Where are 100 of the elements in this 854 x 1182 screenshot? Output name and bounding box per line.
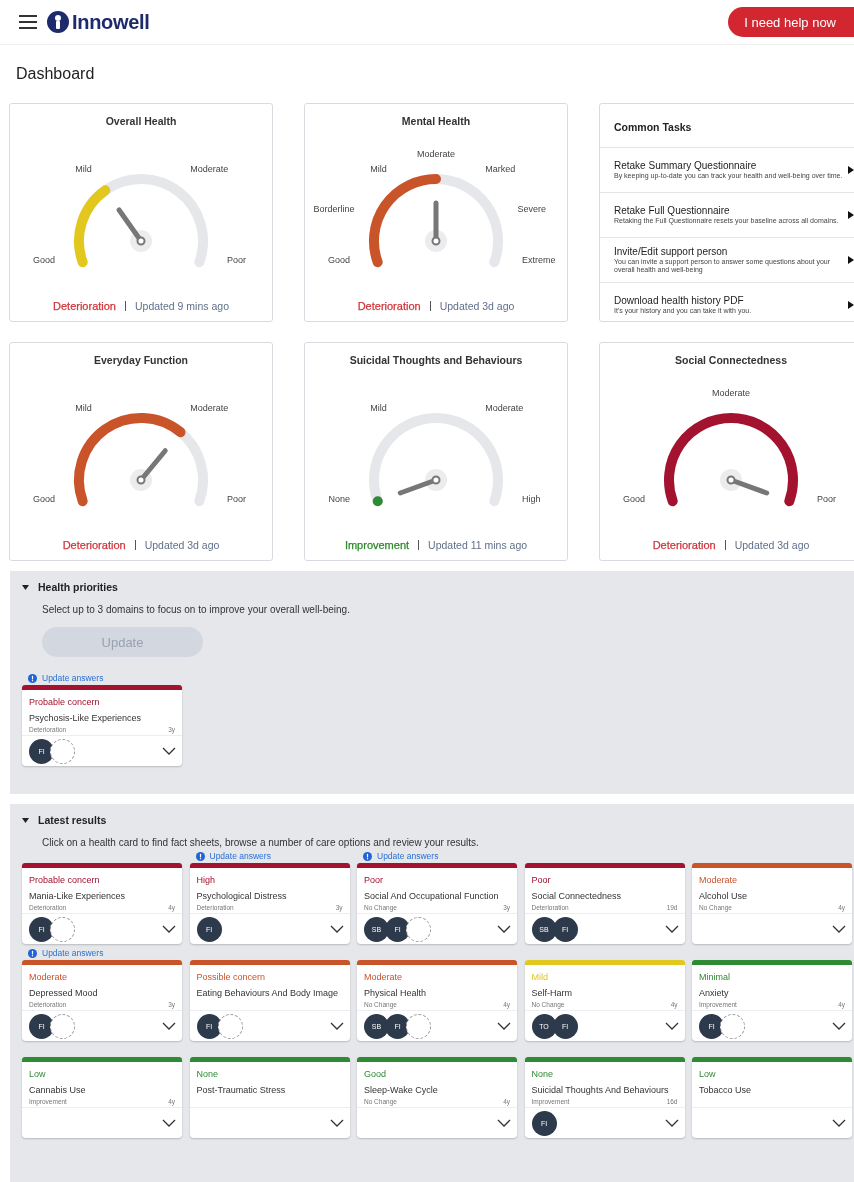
- domain-name: Physical Health: [364, 988, 428, 998]
- update-answers-link[interactable]: Update answers: [42, 673, 104, 683]
- domain-name: Anxiety: [699, 988, 730, 998]
- empty-avatar: [50, 916, 75, 942]
- gauge-label: Moderate: [190, 164, 229, 175]
- gauge-label: Marked: [485, 164, 516, 175]
- chevron-down-icon[interactable]: [497, 925, 511, 933]
- gauge-label: Poor: [227, 494, 247, 505]
- updated-time: Updated 11 mins ago: [428, 539, 528, 551]
- domain-name: Self-Harm: [531, 988, 573, 998]
- section-title: Health priorities: [38, 581, 118, 593]
- gauge-needle: [720, 469, 770, 496]
- task-title: Invite/Edit support person: [614, 245, 729, 257]
- gauge-label: Mild: [75, 403, 92, 414]
- domain-name: Psychosis-Like Experiences: [29, 713, 143, 723]
- empty-avatar: [50, 738, 75, 764]
- gauge-needle: [116, 207, 152, 252]
- domain-name: Sleep-Wake Cycle: [364, 1085, 439, 1095]
- trend-status: Deterioration: [53, 300, 116, 312]
- updated-time: Updated 3d ago: [144, 539, 220, 551]
- card-title: Everyday Function: [94, 354, 188, 366]
- chevron-down-icon[interactable]: [832, 1022, 846, 1030]
- section-description: Click on a health card to find fact sheets, browse a number of care options and review your results.: [42, 837, 480, 848]
- arrow-icon: [848, 166, 854, 174]
- update-answers-link[interactable]: Update answers: [377, 851, 439, 861]
- domain-name: Cannabis Use: [29, 1085, 87, 1095]
- help-button[interactable]: I need help now: [728, 7, 854, 37]
- gauge-label: Mild: [370, 403, 387, 414]
- severity-label: Good: [364, 1069, 388, 1079]
- severity-label: Mild: [531, 972, 549, 982]
- menu-icon[interactable]: [19, 15, 37, 29]
- caret-icon[interactable]: [22, 817, 29, 823]
- chevron-down-icon[interactable]: [162, 1022, 176, 1030]
- gauge-label: Moderate: [190, 403, 229, 414]
- chevron-down-icon[interactable]: [832, 1119, 846, 1127]
- gauge-needle: [425, 200, 447, 252]
- section-title: Latest results: [38, 814, 107, 826]
- card-title: Overall Health: [105, 115, 177, 127]
- update-answers-link[interactable]: Update answers: [209, 851, 271, 861]
- trend-status: Deterioration: [357, 300, 421, 312]
- severity-label: Moderate: [364, 972, 404, 982]
- trend-status: Deterioration: [652, 539, 716, 551]
- info-icon: [195, 851, 205, 861]
- chevron-down-icon[interactable]: [329, 925, 344, 933]
- gauge-needle: [130, 448, 168, 491]
- domain-name: Social Connectedness: [531, 891, 623, 901]
- severity-label: None: [531, 1069, 554, 1079]
- updated-time: Updated 9 mins ago: [135, 300, 229, 312]
- card-title: Suicidal Thoughts and Behaviours: [349, 354, 523, 366]
- card-title: Social Connectedness: [674, 354, 787, 366]
- gauge-label: Moderate: [712, 388, 750, 398]
- chevron-down-icon[interactable]: [497, 1022, 511, 1030]
- empty-avatar: [720, 1013, 745, 1039]
- severity-label: Poor: [364, 875, 384, 885]
- health-card[interactable]: Low Tobacco Use: [692, 1057, 852, 1138]
- arrow-icon: [848, 211, 854, 219]
- chevron-down-icon[interactable]: [329, 1022, 344, 1030]
- gauge-label: Moderate: [485, 403, 524, 414]
- arrow-icon: [848, 256, 854, 264]
- gauge-label: Good: [32, 255, 55, 266]
- domain-name: Tobacco Use: [699, 1085, 753, 1095]
- chevron-down-icon[interactable]: [162, 1119, 176, 1127]
- domain-name: Psychological Distress: [196, 891, 288, 901]
- chevron-down-icon[interactable]: [664, 925, 679, 933]
- chevron-down-icon[interactable]: [664, 1022, 679, 1030]
- section-description: Select up to 3 domains to focus on to improve your overall well-being.: [42, 604, 351, 615]
- gauge-label: Good: [327, 255, 350, 266]
- severity-label: Possible concern: [196, 972, 267, 982]
- gauge-label: Extreme: [522, 255, 556, 266]
- card-title: Common Tasks: [600, 104, 854, 148]
- domain-name: Mania-Like Experiences: [29, 891, 127, 901]
- gauge-label: Mild: [370, 164, 387, 175]
- chevron-down-icon[interactable]: [162, 925, 176, 933]
- severity-label: Moderate: [699, 875, 739, 885]
- chevron-down-icon[interactable]: [497, 1119, 511, 1127]
- trend-status: Deterioration: [62, 539, 126, 551]
- logo-icon: [47, 11, 69, 33]
- update-answers-link[interactable]: Update answers: [42, 948, 104, 958]
- gauge-label: None: [328, 494, 350, 505]
- empty-avatar: [50, 1013, 75, 1039]
- severity-label: Probable concern: [29, 697, 101, 707]
- domain-name: Alcohol Use: [699, 891, 749, 901]
- chevron-down-icon[interactable]: [664, 1119, 679, 1127]
- chevron-down-icon[interactable]: [832, 925, 846, 933]
- task-title: Retake Summary Questionnaire: [614, 159, 758, 171]
- domain-name: Social And Occupational Function: [364, 891, 500, 901]
- gauge-label: Good: [622, 494, 645, 505]
- info-icon: [28, 673, 37, 683]
- trend-status: Improvement: [344, 539, 410, 551]
- caret-icon[interactable]: [22, 584, 29, 590]
- chevron-down-icon[interactable]: [162, 747, 176, 755]
- chevron-down-icon[interactable]: [329, 1119, 344, 1127]
- health-card[interactable]: None Post-Traumatic Stress: [189, 1057, 350, 1138]
- domain-name: Depressed Mood: [29, 988, 99, 998]
- task-title: Download health history PDF: [614, 294, 745, 306]
- gauge-label: Moderate: [417, 149, 455, 159]
- gauge-label: Mild: [75, 164, 92, 175]
- logo-text: Innowell: [72, 10, 150, 34]
- gauge-label: Borderline: [313, 204, 355, 215]
- gauge-needle: [397, 469, 447, 496]
